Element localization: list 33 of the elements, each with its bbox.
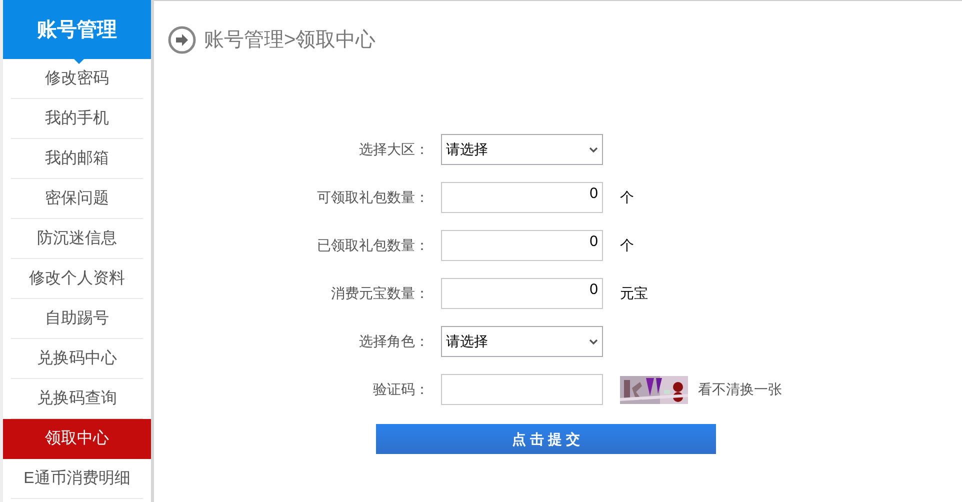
chevron-down-icon (589, 146, 598, 152)
input-field[interactable] (441, 374, 603, 405)
chevron-down-icon (589, 338, 598, 344)
sidebar-item[interactable]: 我的手机 (11, 99, 143, 139)
input-field[interactable]: 0 (441, 230, 603, 261)
sidebar-item[interactable]: 修改密码 (11, 59, 143, 99)
sidebar-item[interactable]: E通币消费明细 (11, 459, 143, 499)
submit-button[interactable]: 点 击 提 交 (376, 424, 716, 454)
sidebar-item[interactable]: 自助踢号 (11, 299, 143, 339)
unit-label: 元宝 (620, 284, 648, 303)
unit-label: 个 (620, 236, 634, 255)
arrow-circle-icon (168, 26, 196, 54)
sidebar-item[interactable]: 防沉迷信息 (11, 219, 143, 259)
sidebar-item[interactable]: 修改个人资料 (11, 259, 143, 299)
sidebar-header: 账号管理 (3, 0, 151, 59)
select-field[interactable]: 请选择 (441, 326, 603, 357)
select-field[interactable]: 请选择 (441, 134, 603, 165)
breadcrumb: 账号管理>领取中心 (204, 28, 376, 53)
input-field[interactable]: 0 (441, 182, 603, 213)
field-label: 已领取礼包数量： (317, 236, 429, 255)
pointer-icon (74, 59, 84, 64)
unit-label: 个 (620, 188, 634, 207)
input-field[interactable]: 0 (441, 278, 603, 309)
field-label: 选择大区： (359, 140, 429, 159)
sidebar-item[interactable]: 领取中心 (3, 419, 151, 459)
sidebar-item[interactable]: 兑换码中心 (11, 339, 143, 379)
field-label: 消费元宝数量： (331, 284, 429, 303)
sidebar-item[interactable]: 我的邮箱 (11, 139, 143, 179)
sidebar-item[interactable]: 密保问题 (11, 179, 143, 219)
field-label: 可领取礼包数量： (317, 188, 429, 207)
field-label: 选择角色： (359, 332, 429, 351)
field-label: 验证码： (373, 380, 429, 399)
refresh-captcha-link[interactable]: 看不清换一张 (698, 379, 782, 400)
